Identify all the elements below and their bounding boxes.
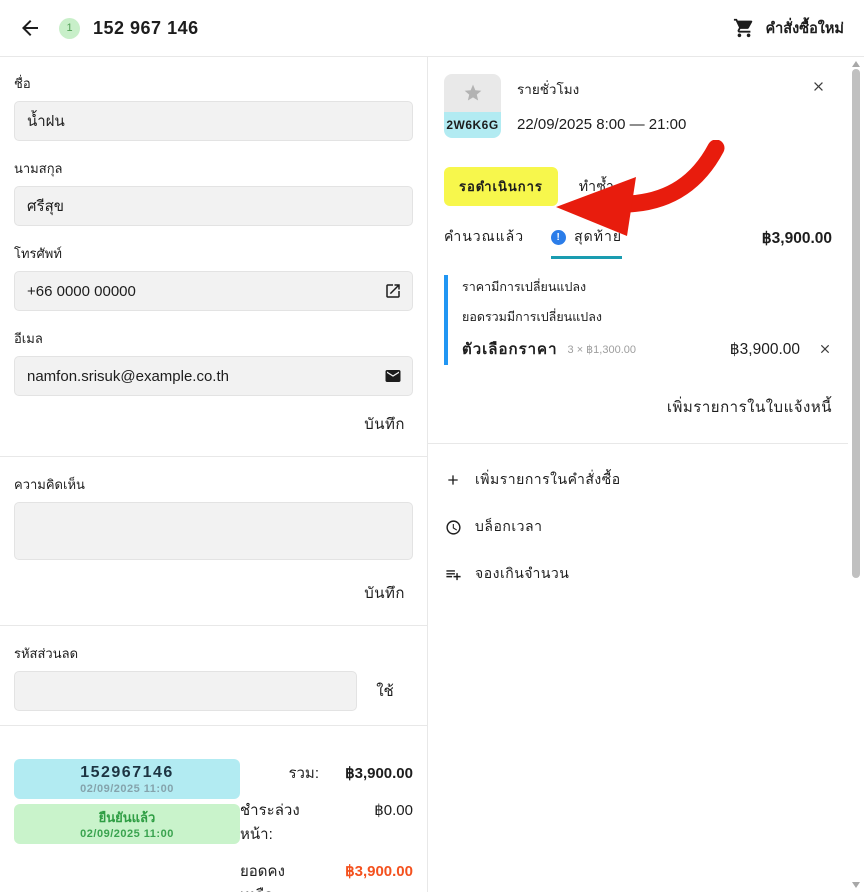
- total-label: รวม:: [288, 765, 319, 782]
- playlist-add-icon: [444, 566, 462, 583]
- service-name: รายชั่วโมง: [517, 82, 580, 97]
- total-change-line: ยอดรวมมีการเปลี่ยนแปลง: [462, 310, 602, 324]
- status-datetime: 02/09/2025 11:00: [80, 828, 174, 840]
- overbook-link[interactable]: จองเกินจำนวน: [444, 563, 832, 585]
- booking-panel: 2W6K6G รายชั่วโมง 22/09/2025 8:00 — 21:0…: [428, 57, 848, 892]
- customer-panel: ชื่อ นามสกุล โทรศัพท์ อีเมล บันทึก ความค…: [0, 57, 427, 892]
- apply-discount-button[interactable]: ใช้: [357, 679, 413, 703]
- header-bar: 1 152 967 146 คำสั่งซื้อใหม่: [0, 0, 864, 57]
- phone-field[interactable]: [14, 271, 413, 311]
- email-icon[interactable]: [384, 367, 402, 385]
- status-badge[interactable]: ยืนยันแล้ว 02/09/2025 11:00: [14, 804, 240, 844]
- booking-total: ฿3,900.00: [761, 230, 832, 247]
- repeat-button[interactable]: ทำซ้ำ: [579, 176, 614, 198]
- pending-status-badge[interactable]: รอดำเนินการ: [444, 167, 558, 206]
- order-number-badge[interactable]: 152967146 02/09/2025 11:00: [14, 759, 240, 799]
- add-order-item-label: เพิ่มรายการในคำสั่งซื้อ: [475, 471, 621, 487]
- price-change-line: ราคามีการเปลี่ยนแปลง: [462, 280, 587, 294]
- price-tab-bar: คำนวณแล้ว ! สุดท้าย ฿3,900.00: [444, 226, 832, 259]
- price-line-item: ตัวเลือกราคา 3 × ฿1,300.00 ฿3,900.00: [462, 337, 832, 361]
- booking-code-badge: 2W6K6G: [444, 112, 501, 138]
- scroll-up-arrow[interactable]: [852, 61, 860, 67]
- overbook-label: จองเกินจำนวน: [475, 565, 570, 581]
- item-quantity: 3 × ฿1,300.00: [567, 343, 636, 356]
- email-label: อีเมล: [14, 331, 43, 346]
- item-name: ตัวเลือกราคา: [462, 341, 558, 358]
- block-time-link[interactable]: บล็อกเวลา: [444, 516, 832, 538]
- last-name-label: นามสกุล: [14, 161, 63, 176]
- balance-label: ยอดคงเหลือ:: [240, 863, 285, 892]
- divider: [0, 725, 427, 726]
- divider: [0, 625, 427, 626]
- add-order-item-link[interactable]: เพิ่มรายการในคำสั่งซื้อ: [444, 469, 832, 491]
- item-amount: ฿3,900.00: [729, 340, 800, 358]
- total-value: ฿3,900.00: [345, 765, 413, 782]
- clock-icon: [444, 519, 462, 536]
- booking-count-badge: 1: [59, 17, 80, 39]
- prepaid-value: ฿0.00: [374, 802, 413, 819]
- tab-final[interactable]: ! สุดท้าย: [551, 226, 623, 259]
- discount-code-field[interactable]: [14, 671, 357, 711]
- order-summary: 152967146 02/09/2025 11:00 ยืนยันแล้ว 02…: [14, 759, 413, 892]
- tab-final-label: สุดท้าย: [574, 228, 623, 244]
- back-arrow-icon: [22, 20, 38, 36]
- tab-calculated[interactable]: คำนวณแล้ว: [444, 226, 524, 259]
- discount-label: รหัสส่วนลด: [14, 646, 79, 661]
- new-order-label: คำสั่งซื้อใหม่: [765, 20, 844, 37]
- status-label: ยืนยันแล้ว: [98, 810, 156, 825]
- close-icon[interactable]: [811, 79, 826, 94]
- booking-datetime: 22/09/2025 8:00 — 21:00: [517, 116, 687, 133]
- page-title: 152 967 146: [93, 17, 199, 38]
- scroll-down-arrow[interactable]: [852, 882, 860, 888]
- save-contact-button[interactable]: บันทึก: [364, 412, 405, 436]
- back-button[interactable]: [16, 14, 44, 42]
- last-name-field[interactable]: [14, 186, 413, 226]
- remove-item-icon[interactable]: [818, 342, 832, 356]
- order-datetime: 02/09/2025 11:00: [80, 783, 174, 795]
- cart-icon: [734, 18, 753, 38]
- order-detail-screen: 1 152 967 146 คำสั่งซื้อใหม่ ชื่อ นามสกุ…: [0, 0, 864, 892]
- external-link-icon[interactable]: [384, 282, 402, 300]
- service-tile[interactable]: 2W6K6G: [444, 74, 501, 138]
- order-number: 152967146: [80, 764, 174, 781]
- price-change-alert: ราคามีการเปลี่ยนแปลง ยอดรวมมีการเปลี่ยนแ…: [444, 275, 832, 365]
- divider: [0, 456, 427, 457]
- phone-label: โทรศัพท์: [14, 246, 62, 261]
- balance-value: ฿3,900.00: [345, 863, 413, 880]
- new-order-button[interactable]: คำสั่งซื้อใหม่: [733, 17, 844, 40]
- info-icon: !: [551, 229, 567, 245]
- first-name-label: ชื่อ: [14, 76, 31, 91]
- star-icon: [444, 74, 501, 112]
- prepaid-label: ชำระล่วงหน้า:: [240, 802, 300, 843]
- save-comment-button[interactable]: บันทึก: [364, 581, 405, 605]
- block-time-label: บล็อกเวลา: [475, 518, 543, 534]
- plus-icon: [444, 472, 462, 488]
- comment-label: ความคิดเห็น: [14, 477, 85, 492]
- scrollbar-thumb[interactable]: [852, 69, 860, 578]
- email-field[interactable]: [14, 356, 413, 396]
- divider: [428, 443, 848, 444]
- first-name-field[interactable]: [14, 101, 413, 141]
- add-invoice-item-link[interactable]: เพิ่มรายการในใบแจ้งหนี้: [444, 395, 832, 419]
- comment-field[interactable]: [14, 502, 413, 560]
- vertical-scrollbar: [848, 57, 864, 892]
